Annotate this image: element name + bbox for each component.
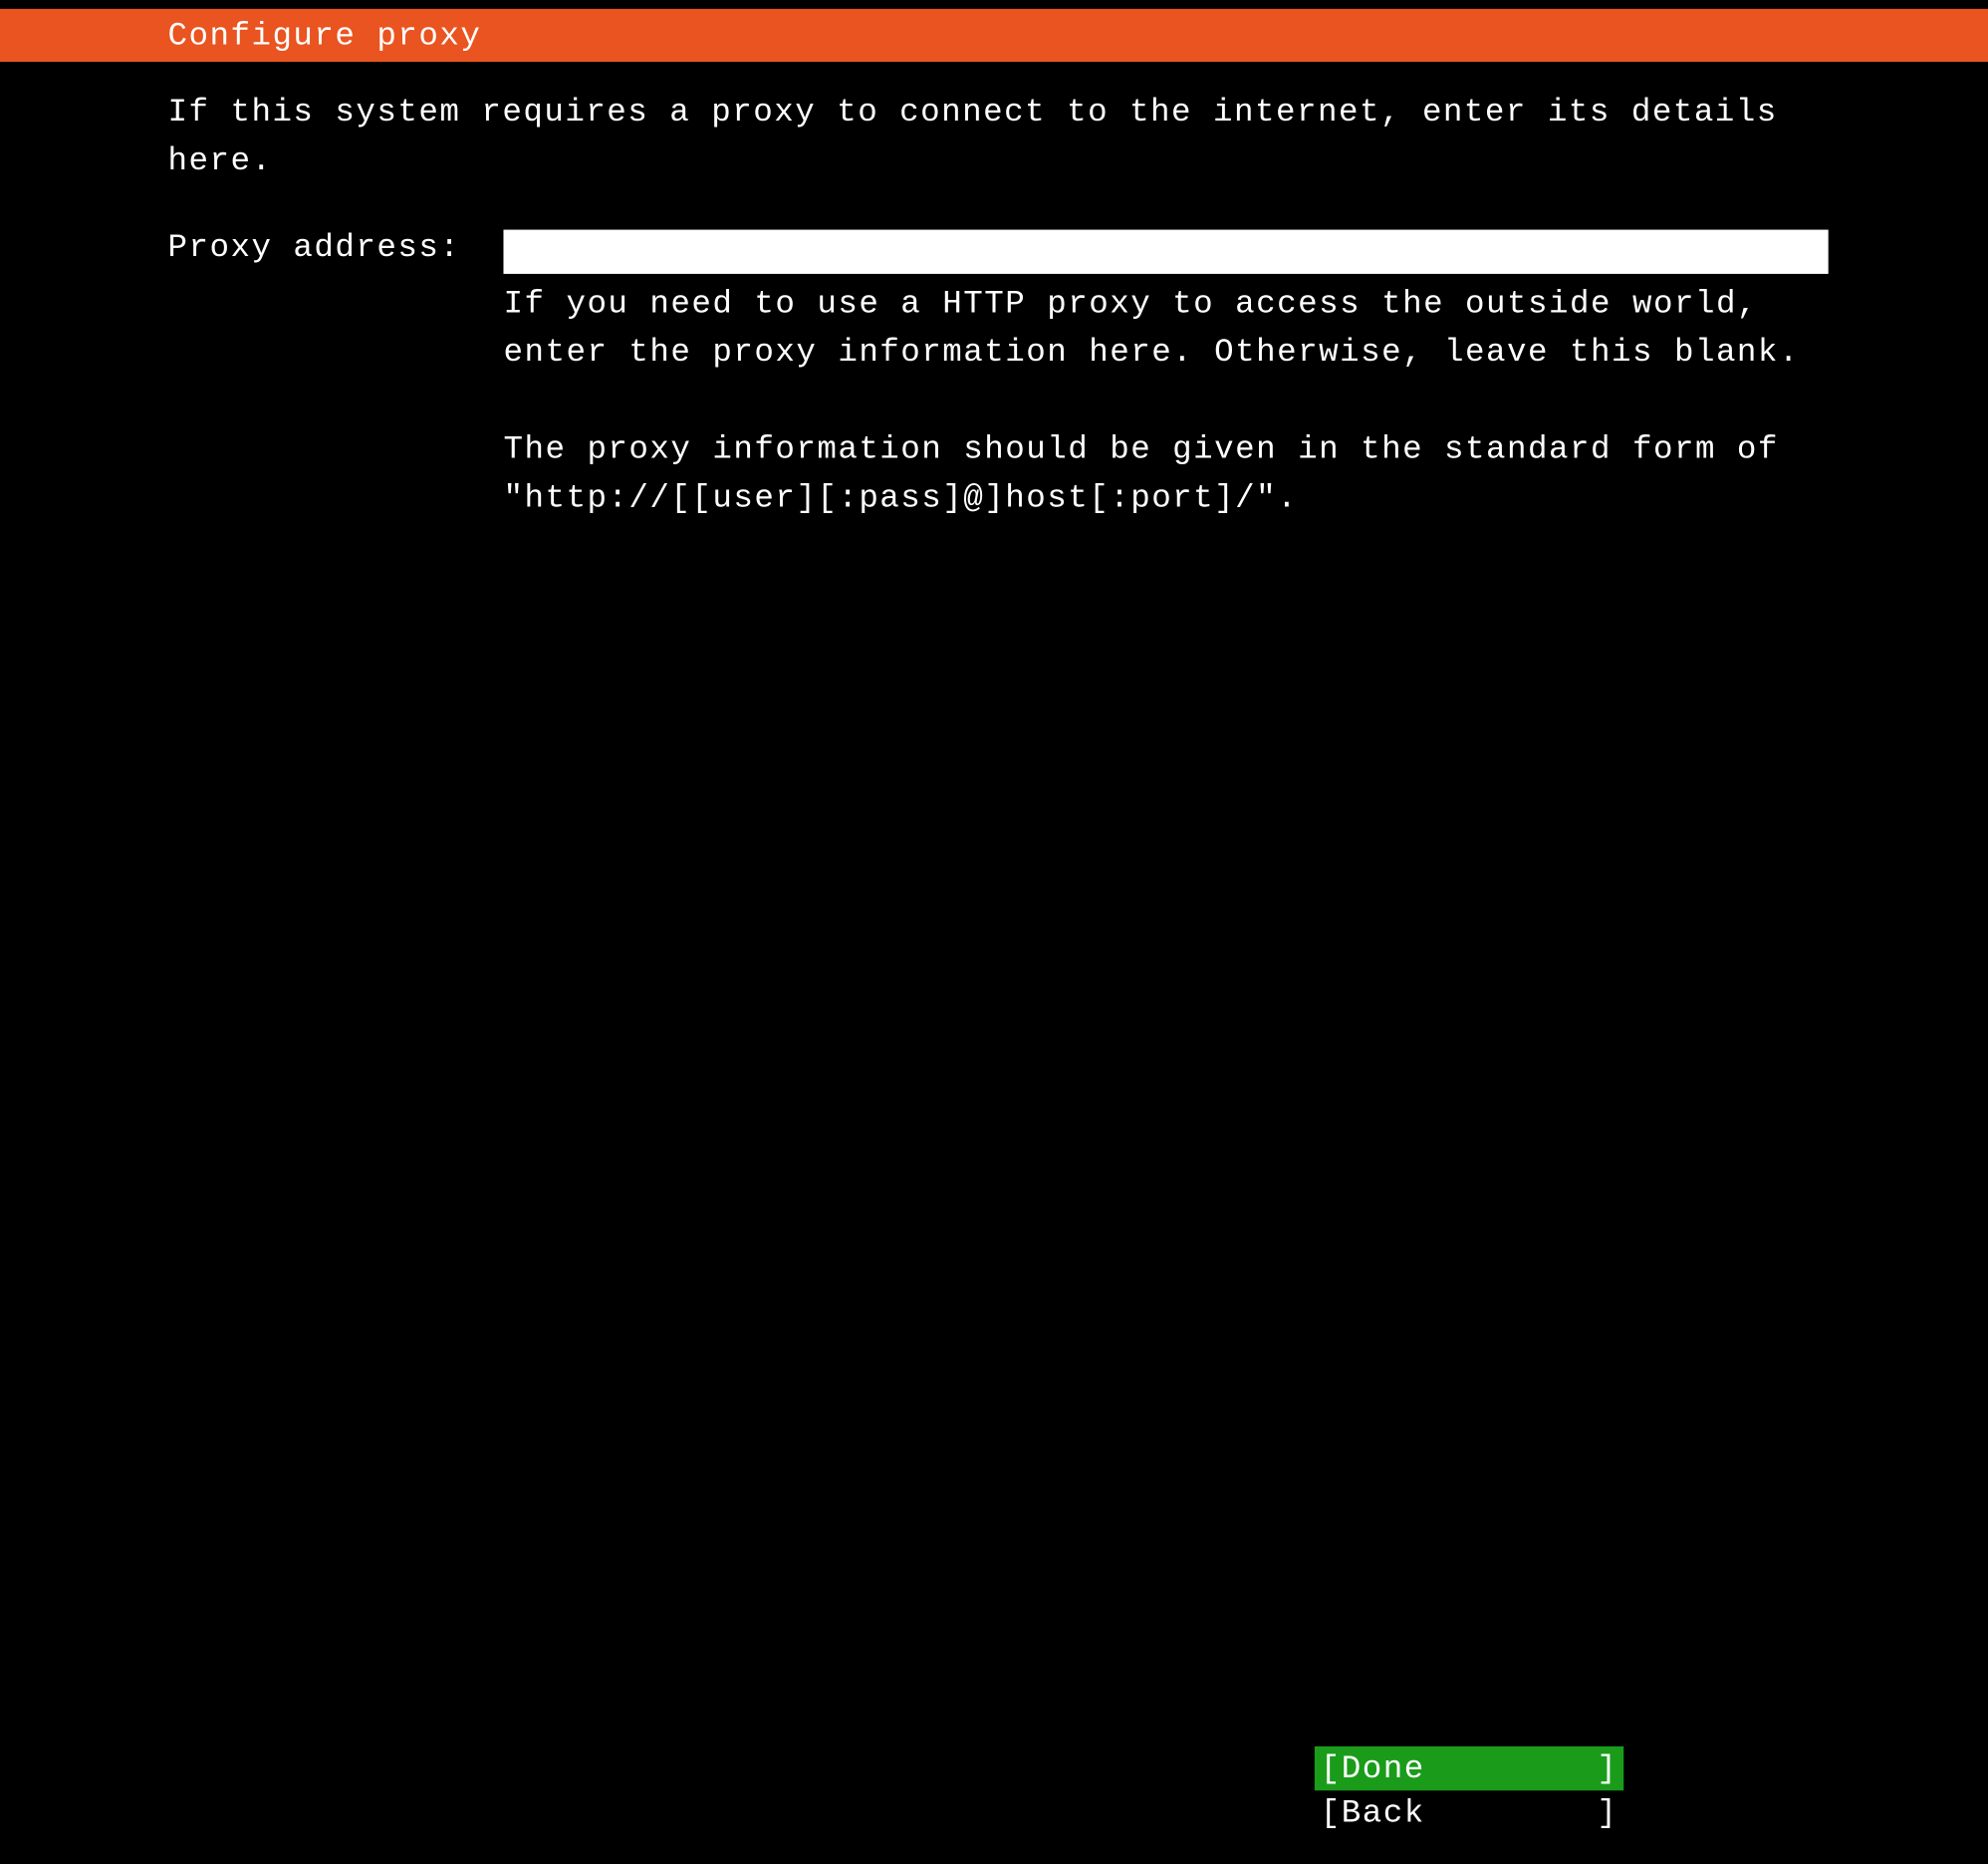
back-button-label: Back: [1342, 1794, 1598, 1831]
back-button[interactable]: Back: [1315, 1790, 1623, 1834]
proxy-address-input[interactable]: [503, 230, 1828, 274]
proxy-help-text: If you need to use a HTTP proxy to acces…: [503, 280, 1828, 523]
page-title: Configure proxy: [167, 17, 481, 54]
footer-buttons: Done Back: [0, 1746, 1988, 1835]
intro-text: If this system requires a proxy to conne…: [167, 89, 1988, 186]
header-bar: Configure proxy [ Help ]: [0, 9, 1988, 62]
proxy-address-label: Proxy address:: [167, 230, 503, 267]
content-area: If this system requires a proxy to conne…: [0, 62, 1988, 523]
done-button[interactable]: Done: [1315, 1746, 1623, 1790]
done-button-label: Done: [1342, 1750, 1598, 1787]
proxy-field-row: Proxy address: If you need to use a HTTP…: [167, 230, 1988, 523]
